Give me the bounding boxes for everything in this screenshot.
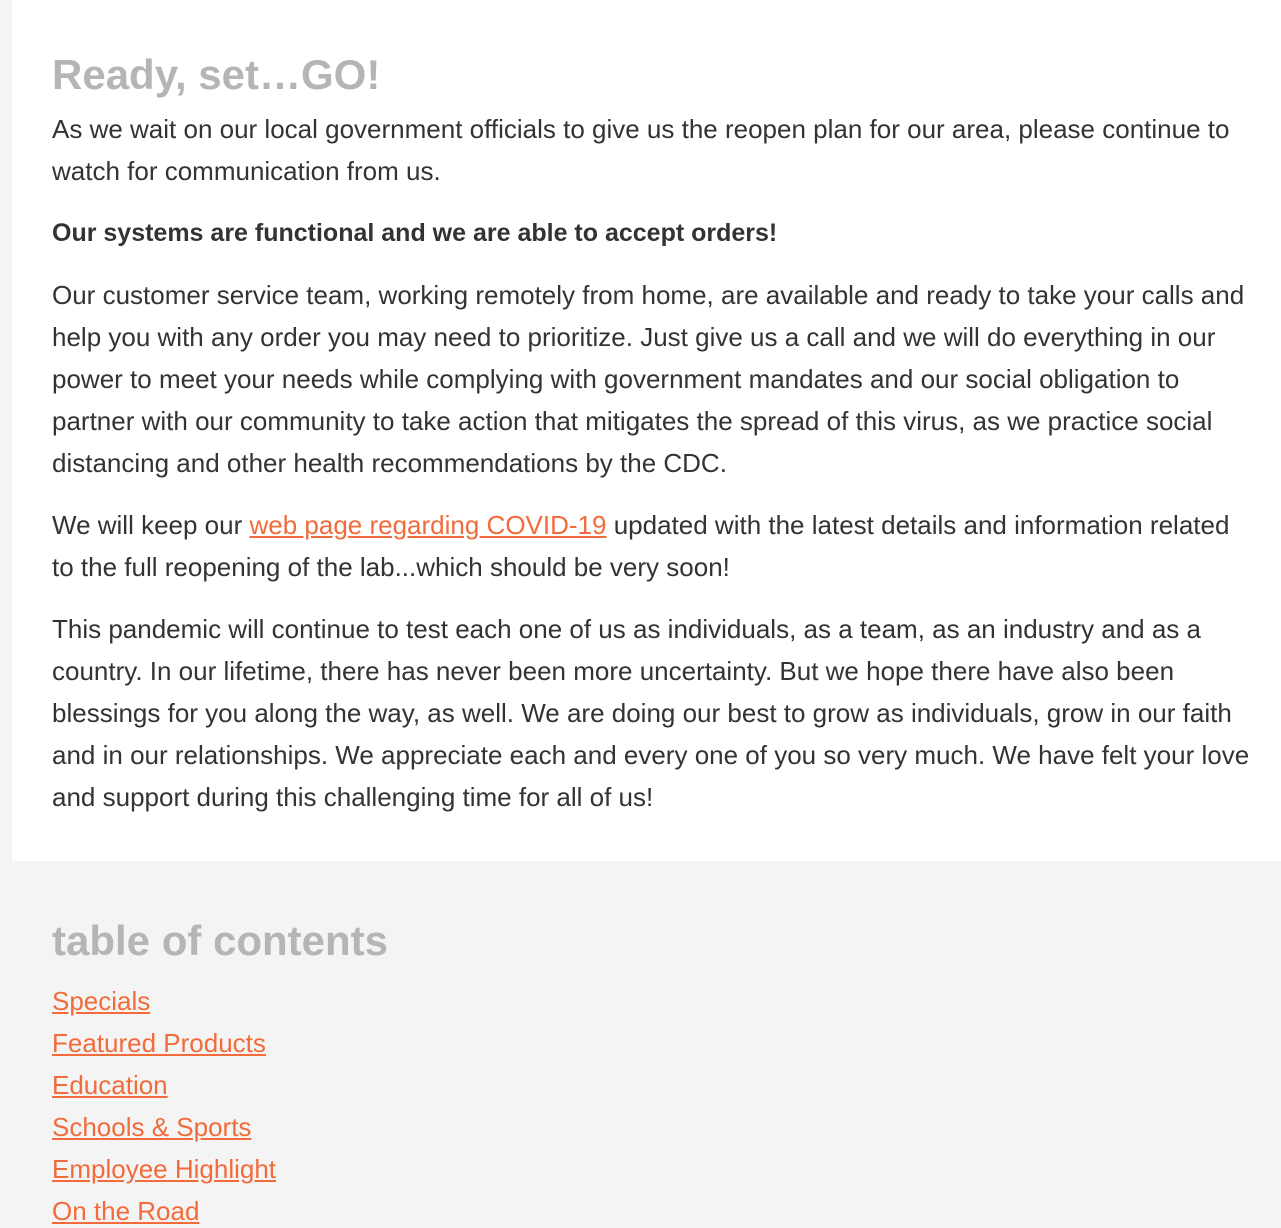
toc-title: table of contents [52, 917, 389, 964]
pandemic-paragraph: This pandemic will continue to test each… [52, 614, 1250, 812]
toc-link-specials[interactable]: Specials [52, 986, 150, 1016]
article-content: Ready, set…GO! As we wait on our local g… [12, 0, 1257, 818]
article-title: Ready, set…GO! [52, 51, 381, 98]
toc-item: On the Road [52, 1190, 1232, 1228]
toc-link-schools-sports[interactable]: Schools & Sports [52, 1112, 251, 1142]
covid-text-before: We will keep our [52, 510, 250, 540]
toc-item: Specials [52, 980, 1232, 1022]
article-card: Ready, set…GO! As we wait on our local g… [12, 0, 1281, 861]
toc-item: Employee Highlight [52, 1148, 1232, 1190]
toc-link-employee-highlight[interactable]: Employee Highlight [52, 1154, 276, 1184]
toc-item: Featured Products [52, 1022, 1232, 1064]
toc-link-on-the-road[interactable]: On the Road [52, 1196, 199, 1226]
toc-link-education[interactable]: Education [52, 1070, 168, 1100]
covid-page-link[interactable]: web page regarding COVID-19 [250, 510, 607, 540]
toc-list: Specials Featured Products Education Sch… [52, 980, 1232, 1228]
customer-service-paragraph: Our customer service team, working remot… [52, 280, 1245, 478]
systems-notice: Our systems are functional and we are ab… [52, 219, 778, 247]
covid-page-paragraph: We will keep our web page regarding COVI… [52, 504, 1257, 588]
toc-item: Schools & Sports [52, 1106, 1232, 1148]
toc-link-featured-products[interactable]: Featured Products [52, 1028, 266, 1058]
intro-paragraph: As we wait on our local government offic… [52, 114, 1230, 186]
newsletter-page: Ready, set…GO! As we wait on our local g… [0, 0, 1281, 1228]
table-of-contents: table of contents Specials Featured Prod… [52, 912, 1232, 1228]
toc-item: Education [52, 1064, 1232, 1106]
